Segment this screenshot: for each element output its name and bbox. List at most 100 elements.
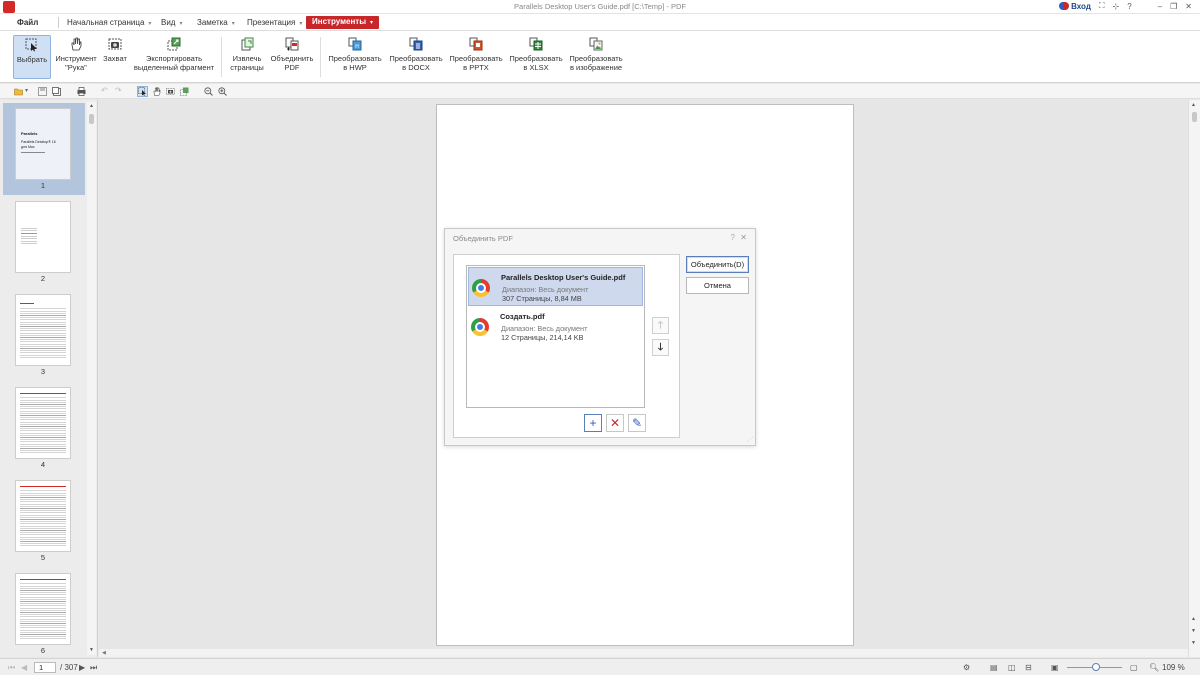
file-list[interactable]: Parallels Desktop User's Guide.pdf Диапа…	[466, 265, 645, 408]
two-page-view-icon[interactable]: ◫	[1008, 663, 1016, 672]
redo-icon[interactable]: ↷	[115, 86, 124, 95]
scroll-up-icon[interactable]: ▲	[1191, 102, 1196, 108]
convert-xlsx-button[interactable]: Преобразовать в XLSX	[507, 35, 565, 79]
menu-home[interactable]: Начальная страница ▾	[67, 17, 151, 29]
select-mode-icon[interactable]	[137, 86, 148, 97]
thumbnail-page-1[interactable]: Parallels Parallels Desktop® 16 для Mac	[15, 108, 71, 180]
undo-icon[interactable]: ↶	[101, 86, 110, 95]
pin-icon[interactable]: ⊹	[1113, 2, 1120, 11]
thumbnail-page-5[interactable]	[15, 480, 71, 552]
zoom-slider-knob[interactable]	[1092, 663, 1100, 671]
capture-button[interactable]: Захват	[101, 35, 129, 79]
scroll-down-icon[interactable]: ▼	[87, 646, 96, 655]
thumb-heading	[20, 579, 66, 580]
zoom-level[interactable]: 109 %	[1162, 663, 1185, 672]
login-button[interactable]: Вход	[1059, 2, 1091, 11]
document-vertical-scrollbar[interactable]: ▲ ▲ ▼ ▼	[1188, 100, 1200, 657]
page-thumbnails-panel: Parallels Parallels Desktop® 16 для Mac …	[0, 100, 98, 657]
prev-page-icon[interactable]: ◀	[21, 663, 27, 672]
fit-page-icon[interactable]: ▣	[1051, 663, 1059, 672]
capture-label: Захват	[103, 54, 127, 63]
remove-file-button[interactable]: ✕	[606, 414, 624, 432]
document-horizontal-scrollbar[interactable]: ◀	[99, 649, 1188, 657]
menu-divider	[58, 17, 59, 28]
resize-grip-icon[interactable]: ⋰	[747, 436, 753, 443]
cancel-button[interactable]: Отмена	[686, 277, 749, 294]
convert-docx-icon	[409, 37, 423, 51]
add-file-button[interactable]: +	[584, 414, 602, 432]
merge-confirm-button[interactable]: Объединить(D)	[686, 256, 749, 273]
convert-image-label-1: Преобразовать	[569, 54, 623, 63]
edit-file-button[interactable]: ✎	[628, 414, 646, 432]
scroll-up-icon[interactable]: ▲	[1191, 616, 1196, 622]
scroll-up-icon[interactable]: ▲	[87, 102, 96, 111]
restore-icon[interactable]: ❐	[1170, 2, 1177, 11]
dialog-close-icon[interactable]: ✕	[740, 233, 747, 242]
first-page-icon[interactable]: ⏮	[8, 663, 15, 673]
dialog-help-icon[interactable]: ?	[731, 233, 735, 242]
last-page-icon[interactable]: ⏭	[90, 663, 97, 673]
convert-pptx-label-1: Преобразовать	[449, 54, 503, 63]
move-down-button[interactable]: 🡓	[652, 339, 669, 356]
zoom-out-icon[interactable]	[204, 87, 213, 96]
menu-note[interactable]: Заметка ▾	[197, 17, 235, 29]
zoom-icon[interactable]: 🔍︎	[1149, 663, 1159, 672]
menu-tools[interactable]: Инструменты ▾	[306, 16, 380, 29]
convert-hwp-icon: H	[348, 37, 362, 51]
scrollbar-thumb[interactable]	[1192, 112, 1197, 122]
thumbnail-page-3[interactable]	[15, 294, 71, 366]
scroll-down-icon[interactable]: ▼	[1191, 628, 1196, 634]
select-tool-button[interactable]: Выбрать	[13, 35, 51, 79]
page-number-input[interactable]: 1	[34, 662, 56, 673]
thumbnails-scrollbar[interactable]: ▲ ▼	[87, 102, 96, 655]
file-list-item[interactable]: Создать.pdf Диапазон: Весь документ 12 С…	[468, 307, 643, 346]
hand-tool-button[interactable]: Инструмент "Рука"	[55, 35, 97, 79]
save-all-icon[interactable]	[52, 87, 61, 96]
thumbnail-page-4[interactable]	[15, 387, 71, 459]
window-title: Parallels Desktop User's Guide.pdf [C:\T…	[514, 2, 686, 11]
file-name: Создать.pdf	[500, 312, 545, 321]
minimize-icon[interactable]: –	[1158, 2, 1162, 11]
thumbnail-label: 5	[40, 553, 46, 562]
thumb-toc-block	[20, 489, 66, 547]
convert-image-button[interactable]: Преобразовать в изображение	[567, 35, 625, 79]
export-selection-button[interactable]: Экспортировать выделенный фрагмент	[133, 35, 215, 79]
fullscreen-icon[interactable]: ⛶	[1099, 1, 1105, 11]
thumbnail-page-6[interactable]	[15, 573, 71, 645]
open-folder-icon[interactable]	[14, 87, 23, 96]
convert-docx-button[interactable]: Преобразовать в DOCX	[387, 35, 445, 79]
print-icon[interactable]	[77, 87, 86, 96]
next-page-icon[interactable]: ▶	[79, 663, 85, 672]
menu-file[interactable]: Файл	[17, 17, 38, 29]
hand-mode-icon[interactable]	[152, 87, 161, 96]
chevron-down-icon: ▾	[370, 20, 374, 26]
extract-pages-button[interactable]: Извлечь страницы	[227, 35, 267, 79]
close-icon[interactable]: ✕	[1185, 2, 1192, 11]
file-list-item[interactable]: Parallels Desktop User's Guide.pdf Диапа…	[468, 267, 643, 306]
export-area-icon[interactable]	[180, 87, 189, 96]
snapshot-icon[interactable]	[166, 87, 175, 96]
menu-presentation[interactable]: Презентация ▾	[247, 17, 302, 29]
scroll-down-icon[interactable]: ▼	[1191, 640, 1196, 646]
thumb-brand: Parallels	[21, 131, 38, 136]
thumbnail-page-2[interactable]	[15, 201, 71, 273]
save-icon[interactable]	[38, 87, 47, 96]
merge-pdf-button[interactable]: Объединить PDF	[270, 35, 314, 79]
help-icon[interactable]: ?	[1127, 2, 1131, 11]
hand-tool-label-1: Инструмент	[55, 54, 97, 63]
convert-pptx-button[interactable]: Преобразовать в PPTX	[447, 35, 505, 79]
move-up-button[interactable]: 🡑	[652, 317, 669, 334]
convert-xlsx-label-1: Преобразовать	[509, 54, 563, 63]
open-dropdown-icon[interactable]: ▾	[25, 87, 30, 96]
scrollbar-thumb[interactable]	[89, 114, 94, 124]
single-page-view-icon[interactable]: ▤	[990, 663, 998, 672]
hand-tool-label-2: "Рука"	[65, 63, 87, 72]
fit-width-icon[interactable]: ▢	[1130, 663, 1138, 672]
convert-hwp-button[interactable]: H Преобразовать в HWP	[326, 35, 384, 79]
page-settings-icon[interactable]: ⚙	[963, 663, 970, 672]
continuous-view-icon[interactable]: ⊟	[1025, 663, 1032, 672]
menu-view[interactable]: Вид ▾	[161, 17, 183, 29]
extract-label-1: Извлечь	[232, 54, 262, 63]
scroll-left-icon[interactable]: ◀	[102, 650, 106, 656]
zoom-in-icon[interactable]	[218, 87, 227, 96]
